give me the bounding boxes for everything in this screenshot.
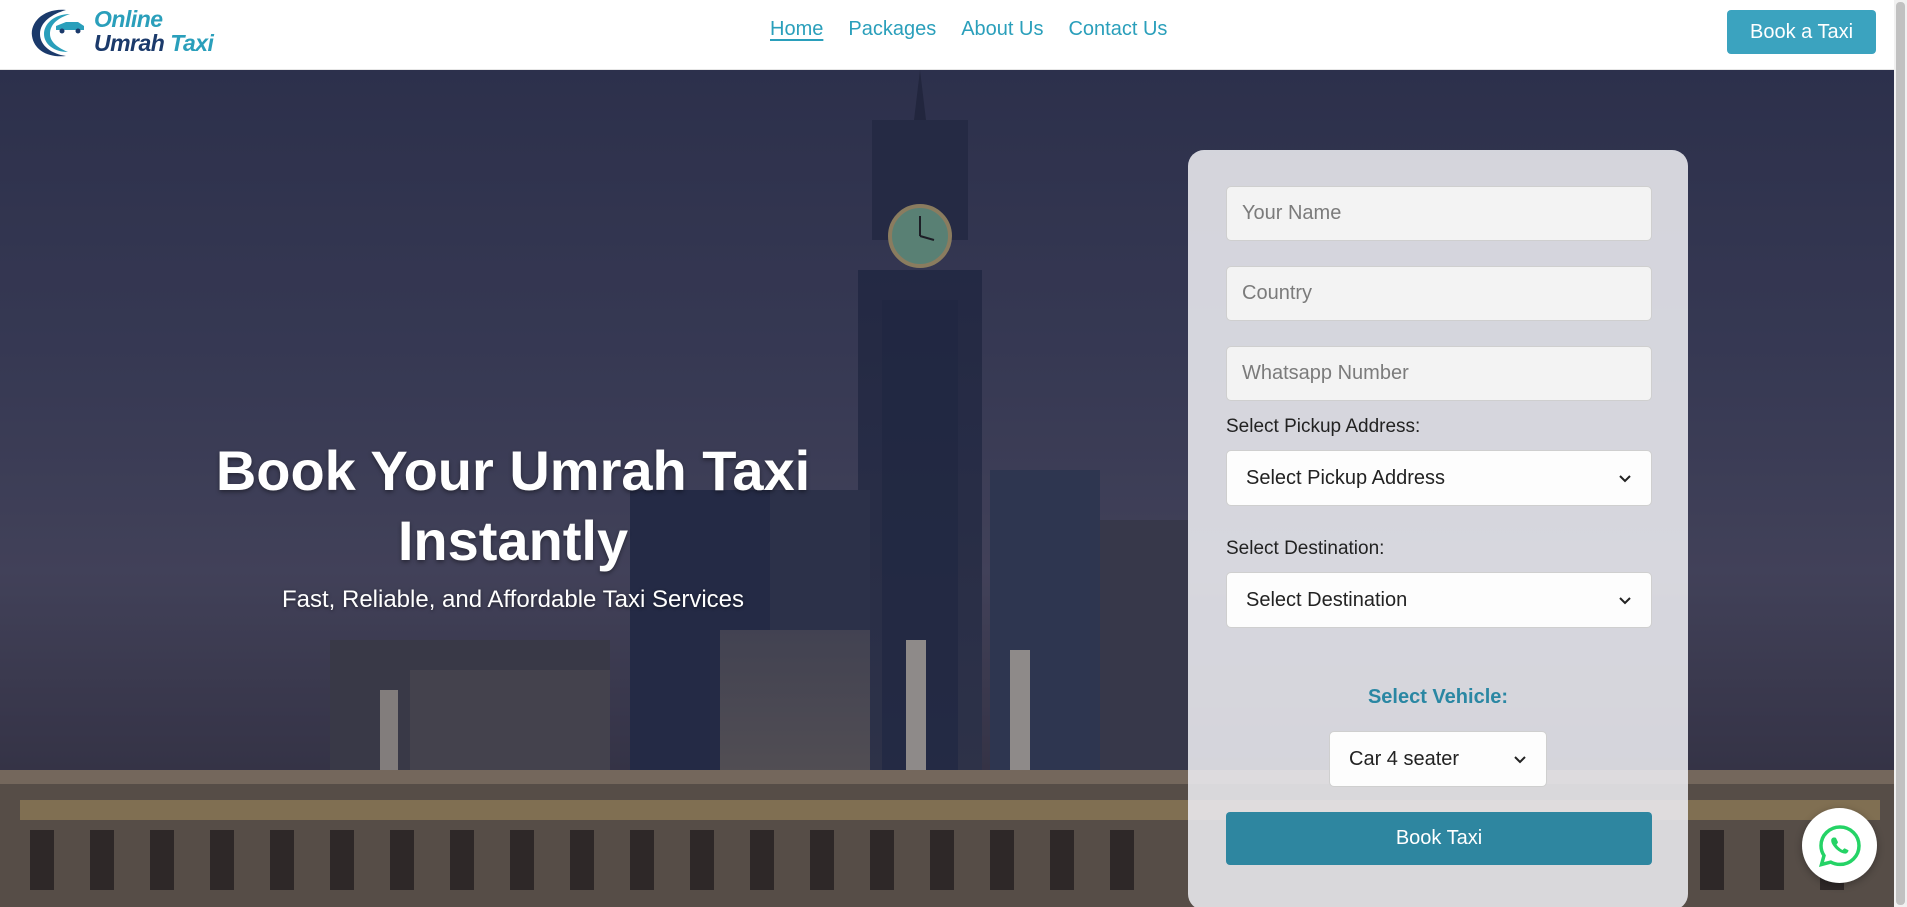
taxi-swoosh-icon <box>31 9 84 57</box>
scrollbar-thumb[interactable] <box>1896 2 1905 905</box>
hero-subtitle: Fast, Reliable, and Affordable Taxi Serv… <box>281 586 745 613</box>
chevron-down-icon <box>1514 756 1526 764</box>
destination-label: Select Destination: <box>1226 538 1385 559</box>
booking-form-card: Select Pickup Address: Select Pickup Add… <box>1188 150 1688 907</box>
whatsapp-number-input[interactable] <box>1226 346 1652 401</box>
destination-select[interactable]: Select Destination <box>1226 572 1652 628</box>
vehicle-value: Car 4 seater <box>1349 747 1460 770</box>
pickup-address-value: Select Pickup Address <box>1246 466 1445 489</box>
nav-home-link[interactable]: Home <box>770 18 823 41</box>
chevron-down-icon <box>1619 597 1631 605</box>
hero-section: Book Your Umrah Taxi Instantly Fast, Rel… <box>0 70 1894 907</box>
destination-value: Select Destination <box>1246 588 1408 611</box>
vehicle-select[interactable]: Car 4 seater <box>1329 731 1547 787</box>
whatsapp-icon <box>1818 824 1861 867</box>
page-scrollbar[interactable] <box>1894 0 1907 907</box>
logo-text-umrah-taxi: Umrah Taxi <box>94 30 214 57</box>
logo-text-taxi: Taxi <box>170 30 214 56</box>
vehicle-label: Select Vehicle: <box>1367 686 1509 708</box>
nav-contact-link[interactable]: Contact Us <box>1068 18 1167 41</box>
logo-text-umrah: Umrah <box>94 30 165 56</box>
nav-about-link[interactable]: About Us <box>961 18 1043 41</box>
hero-title: Book Your Umrah Taxi Instantly <box>215 439 811 572</box>
nav-packages-link[interactable]: Packages <box>848 18 936 41</box>
country-input[interactable] <box>1226 266 1652 321</box>
main-nav: Home Packages About Us Contact Us <box>770 18 1167 41</box>
book-a-taxi-button[interactable]: Book a Taxi <box>1727 10 1876 54</box>
book-taxi-submit-button[interactable]: Book Taxi <box>1226 812 1652 865</box>
name-input[interactable] <box>1226 186 1652 241</box>
logo-text-online: Online <box>94 6 163 32</box>
pickup-address-label: Select Pickup Address: <box>1226 416 1421 437</box>
site-header: Online Umrah Taxi Home Packages About Us… <box>0 0 1907 70</box>
pickup-address-select[interactable]: Select Pickup Address <box>1226 450 1652 506</box>
whatsapp-chat-button[interactable] <box>1802 808 1877 883</box>
chevron-down-icon <box>1619 475 1631 483</box>
site-logo[interactable]: Online Umrah Taxi <box>26 4 216 60</box>
